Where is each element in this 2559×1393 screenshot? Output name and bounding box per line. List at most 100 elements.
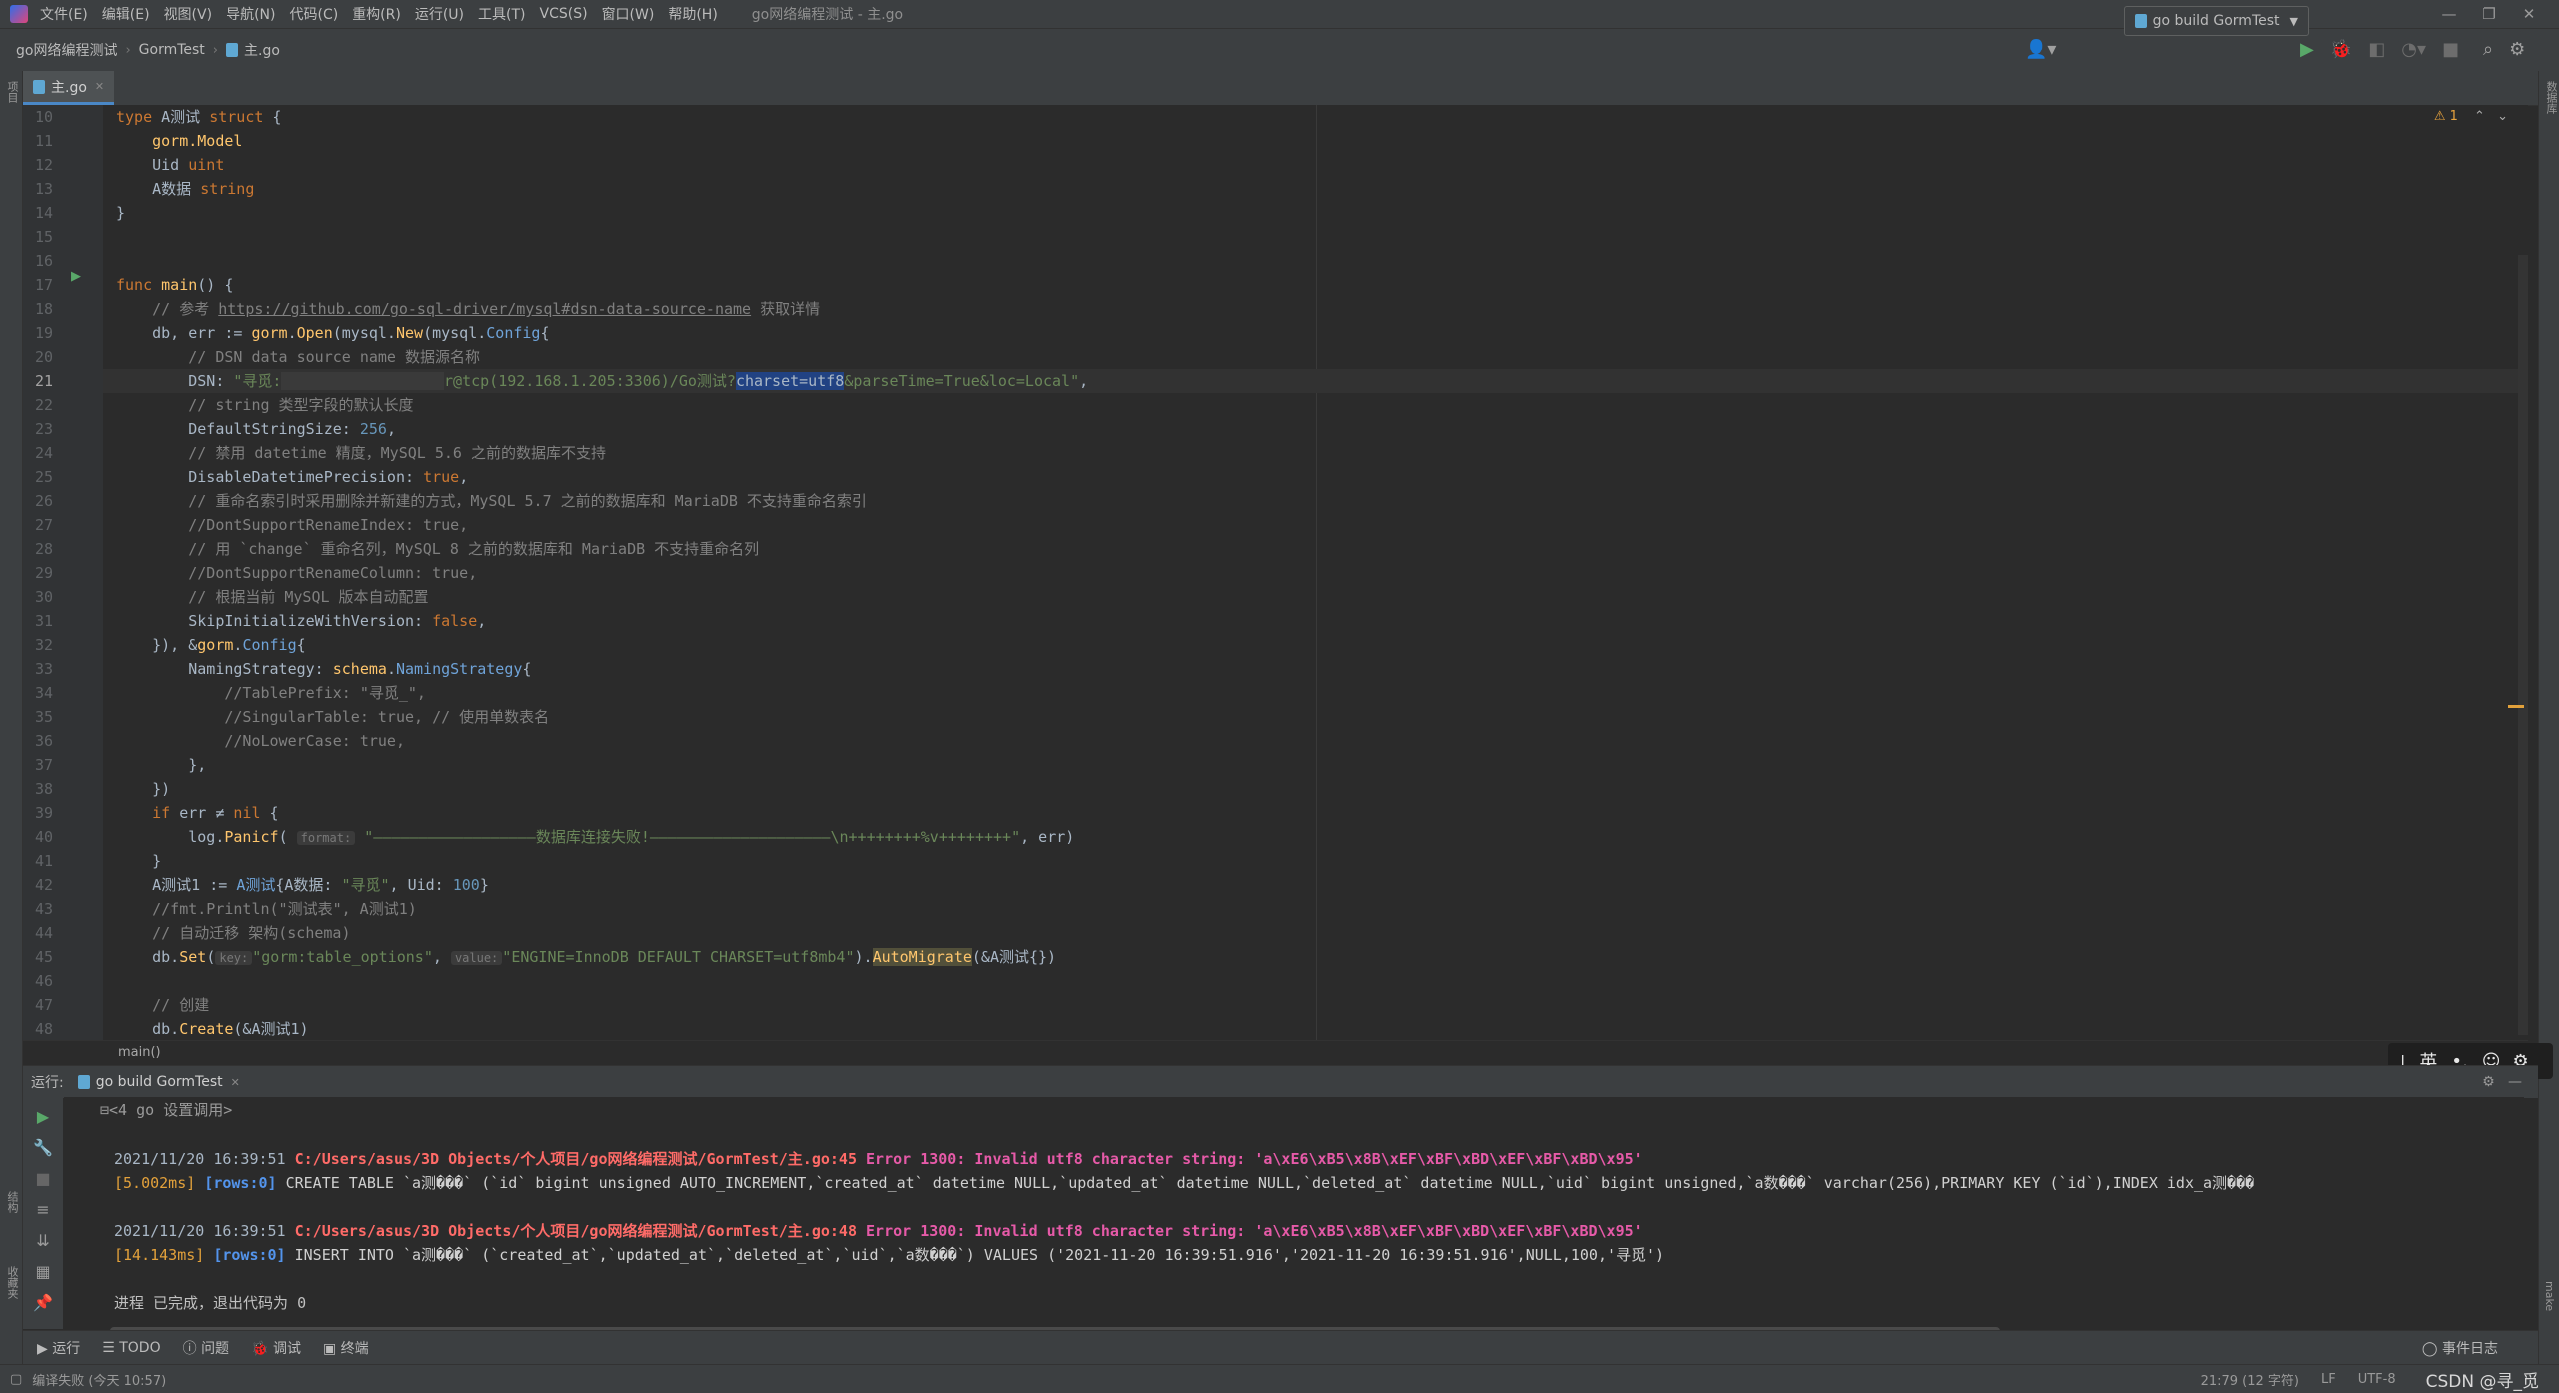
line-number[interactable]: 21 [23,369,53,393]
line-number[interactable]: 46 [23,969,53,993]
chevron-down-icon[interactable]: ⌄ [2497,109,2508,124]
cursor-position[interactable]: 21:79 (12 字符) [2201,1370,2299,1389]
menu-edit[interactable]: 编辑(E) [102,4,150,24]
breadcrumb-project[interactable]: go网络编程测试 [16,40,117,60]
line-number[interactable]: 38 [23,777,53,801]
menu-run[interactable]: 运行(U) [415,4,464,24]
line-number[interactable]: 29 [23,561,53,585]
doc-link[interactable]: https://github.com/go-sql-driver/mysql#d… [218,300,751,318]
run-console-output[interactable]: ⊟<4 go 设置调用> 2021/11/20 16:39:51 C:/User… [64,1097,2524,1329]
menu-help[interactable]: 帮助(H) [668,4,717,24]
console-fold-line[interactable]: ⊟<4 go 设置调用> [100,1099,232,1120]
line-number[interactable]: 35 [23,705,53,729]
menu-window[interactable]: 窗口(W) [602,4,655,24]
line-number[interactable]: 31 [23,609,53,633]
line-number[interactable]: 23 [23,417,53,441]
structure-tool-tab[interactable]: 结构 [4,1191,20,1213]
line-number[interactable]: 37 [23,753,53,777]
event-log-button[interactable]: ◯ 事件日志 [2422,1338,2498,1358]
line-number[interactable]: 11 [23,129,53,153]
line-number[interactable]: 19 [23,321,53,345]
console-file-link[interactable]: C:/Users/asus/3D Objects/个人项目/go网络编程测试/G… [295,1150,857,1168]
run-tab-label[interactable]: go build GormTest [96,1074,223,1090]
settings-icon[interactable]: ⚙ [2509,39,2525,60]
status-panel-icon[interactable]: ▢ [10,1372,22,1387]
line-number[interactable]: 18 [23,297,53,321]
line-number[interactable]: 13 [23,177,53,201]
make-tool-tab[interactable]: make [2543,1281,2556,1311]
breadcrumb-file[interactable]: 主.go [244,40,280,60]
line-number[interactable]: 32 [23,633,53,657]
line-number[interactable]: 44 [23,921,53,945]
line-number[interactable]: 47 [23,993,53,1017]
run-gutter-icon[interactable]: ▶ [71,269,81,284]
line-number[interactable]: 42 [23,873,53,897]
menu-tools[interactable]: 工具(T) [478,4,525,24]
line-number[interactable]: 48 [23,1017,53,1040]
project-tool-tab[interactable]: 项目 [4,81,20,103]
line-number[interactable]: 36 [23,729,53,753]
search-icon[interactable]: ⌕ [2483,39,2493,60]
menu-vcs[interactable]: VCS(S) [540,6,588,22]
rerun-icon[interactable]: ▶ [23,1107,63,1126]
menu-view[interactable]: 视图(V) [164,4,213,24]
breadcrumb-function[interactable]: main() [118,1045,161,1060]
profile-icon[interactable]: ◔▾ [2401,39,2426,60]
line-number[interactable]: 41 [23,849,53,873]
menu-file[interactable]: 文件(E) [40,4,88,24]
menu-refactor[interactable]: 重构(R) [352,4,401,24]
layout-icon[interactable]: ▦ [23,1262,63,1281]
chevron-up-icon[interactable]: ⌃ [2474,109,2485,124]
line-number[interactable]: 43 [23,897,53,921]
warning-stripe-marker[interactable] [2508,705,2524,708]
code-editor[interactable]: 10 11 12 13 14 15 16 17 18 19 20 21 22 23 24 25 26 27 28 29… [23,105,2528,1040]
line-number[interactable]: 40 [23,825,53,849]
tab-todo[interactable]: ☰ TODO [102,1340,160,1356]
close-icon[interactable]: ✕ [2509,5,2549,23]
database-tool-tab[interactable]: 数据库 [2543,81,2559,114]
stop-icon[interactable]: ■ [2442,39,2459,60]
run-icon[interactable]: ▶ [2300,39,2314,60]
minimize-icon[interactable]: — [2429,5,2469,23]
build-status[interactable]: 编译失败 (今天 10:57) [32,1370,166,1389]
restore-icon[interactable]: ❐ [2469,5,2509,23]
line-number[interactable]: 16 [23,249,53,273]
editor-vertical-scrollbar[interactable] [2518,255,2528,1035]
file-encoding[interactable]: UTF-8 [2358,1372,2396,1387]
line-number[interactable]: 30 [23,585,53,609]
tab-debug[interactable]: 🐞 调试 [251,1338,301,1358]
tab-run[interactable]: ▶ 运行 [37,1338,80,1358]
stop-run-icon[interactable]: ■ [23,1169,63,1188]
line-separator[interactable]: LF [2321,1372,2336,1387]
line-number[interactable]: 33 [23,657,53,681]
line-number[interactable]: 22 [23,393,53,417]
close-tab-icon[interactable]: ✕ [95,80,104,93]
line-number[interactable]: 20 [23,345,53,369]
line-number[interactable]: 25 [23,465,53,489]
tab-terminal[interactable]: ▣ 终端 [323,1338,369,1358]
line-number[interactable]: 12 [23,153,53,177]
console-file-link[interactable]: C:/Users/asus/3D Objects/个人项目/go网络编程测试/G… [295,1222,857,1240]
line-number[interactable]: 17 [23,273,53,297]
line-number[interactable]: 34 [23,681,53,705]
line-number[interactable]: 10 [23,105,53,129]
wrench-icon[interactable]: 🔧 [23,1138,63,1157]
panel-settings-icon[interactable]: ⚙ — [2482,1074,2522,1090]
run-configuration-select[interactable]: go build GormTest ▼ [2123,6,2309,36]
tab-main-go[interactable]: 主.go ✕ [23,71,115,105]
line-number[interactable]: 28 [23,537,53,561]
line-number[interactable]: 39 [23,801,53,825]
pin-icon[interactable]: 📌 [23,1293,63,1312]
line-number[interactable]: 27 [23,513,53,537]
line-number[interactable]: 45 [23,945,53,969]
debug-icon[interactable]: 🐞 [2330,39,2352,60]
line-number[interactable]: 14 [23,201,53,225]
inspection-warning-badge[interactable]: ⚠ 1 ⌃ ⌄ [2434,109,2508,124]
soft-wrap-icon[interactable]: ≡ [23,1200,63,1219]
menu-code[interactable]: 代码(C) [289,4,338,24]
favorites-tool-tab[interactable]: 收藏夹 [4,1266,20,1299]
close-run-tab-icon[interactable]: ✕ [231,1076,240,1089]
line-number[interactable]: 24 [23,441,53,465]
scroll-end-icon[interactable]: ⇊ [23,1231,63,1250]
vcs-user-icon[interactable]: 👤▾ [2025,34,2056,64]
